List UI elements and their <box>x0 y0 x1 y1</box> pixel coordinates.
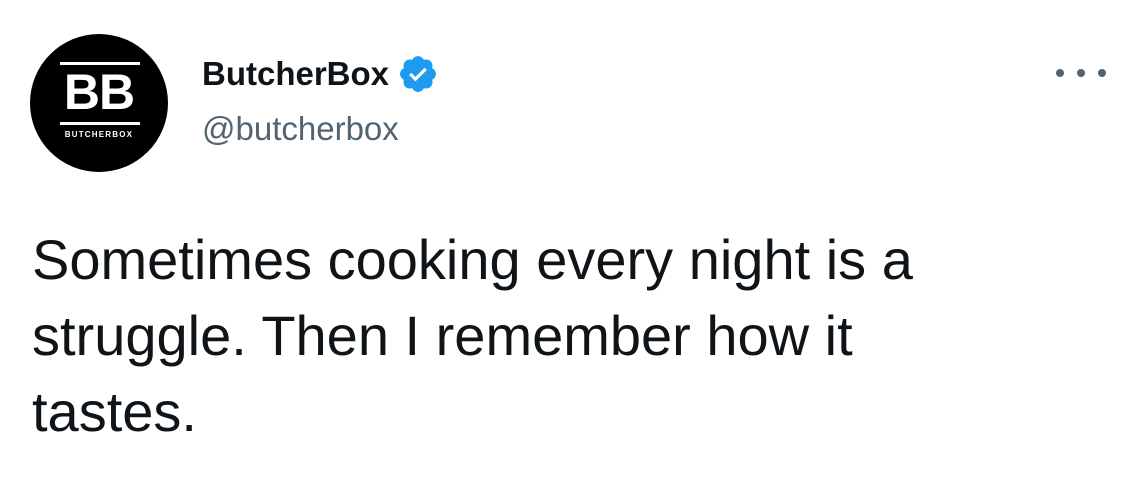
verified-badge-icon <box>400 56 436 92</box>
avatar-rule-bottom <box>60 122 140 125</box>
more-dot <box>1077 69 1085 77</box>
tweet-card[interactable]: BB BUTCHERBOX ButcherBox @butcherbox Som… <box>0 0 1137 478</box>
avatar-logo-mark: BB <box>63 64 135 120</box>
avatar[interactable]: BB BUTCHERBOX <box>30 34 168 172</box>
display-name[interactable]: ButcherBox <box>202 55 389 93</box>
more-options-icon[interactable] <box>1056 58 1106 88</box>
author-handle[interactable]: @butcherbox <box>202 110 399 148</box>
author-name-row: ButcherBox <box>202 52 439 96</box>
more-dot <box>1098 69 1106 77</box>
tweet-text: Sometimes cooking every night is a strug… <box>32 228 913 443</box>
more-dot <box>1056 69 1064 77</box>
avatar-logo-sub: BUTCHERBOX <box>64 130 134 139</box>
